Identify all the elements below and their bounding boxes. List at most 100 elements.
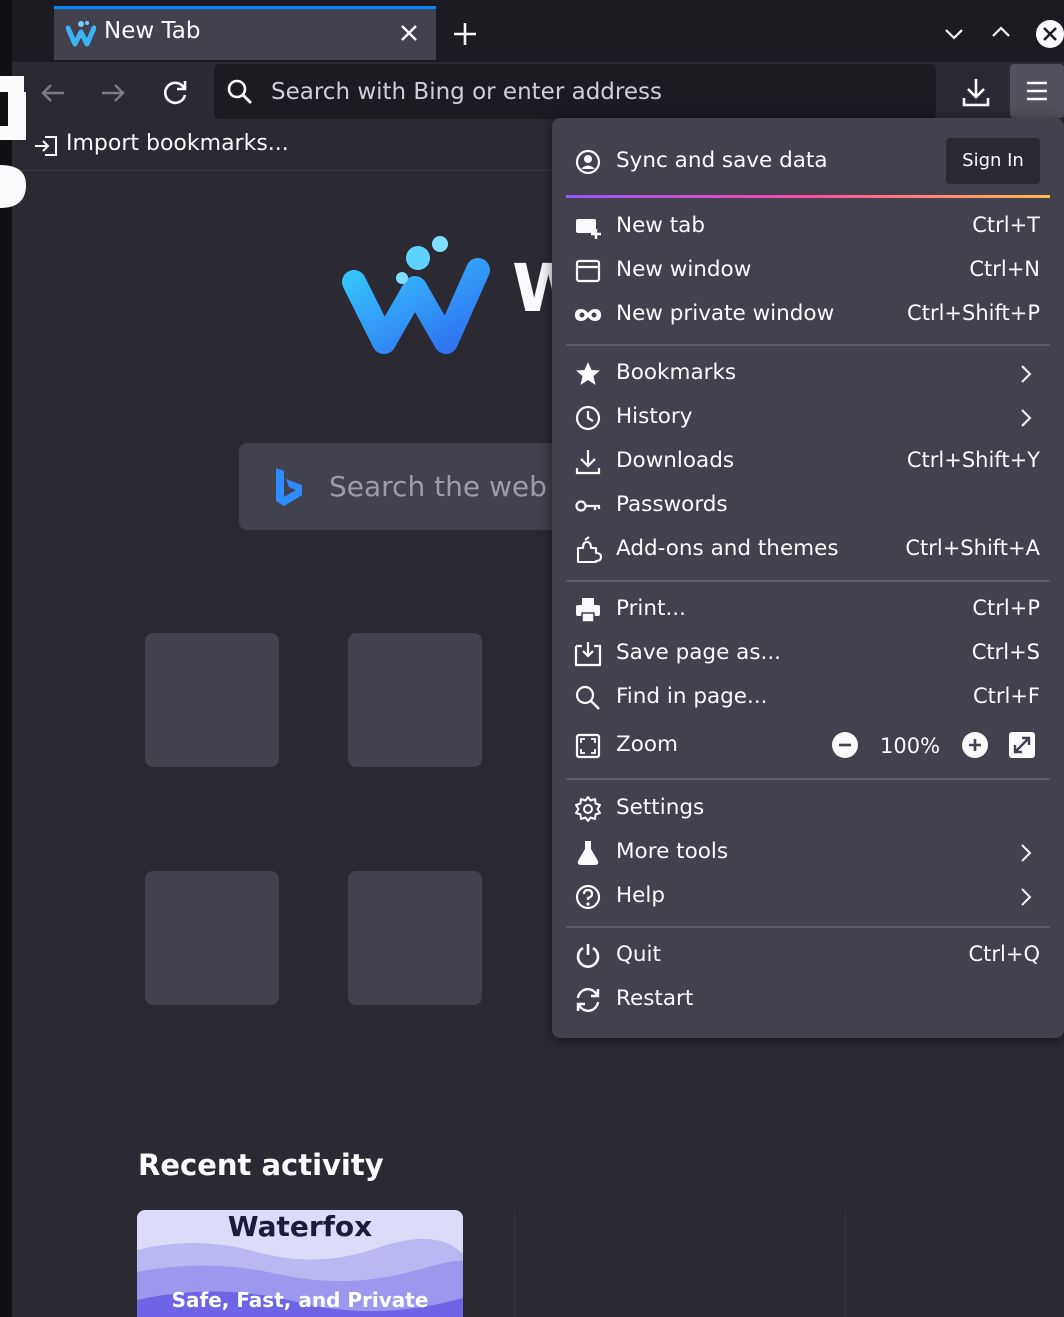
shortcut-label: Ctrl+N bbox=[969, 257, 1040, 281]
recent-activity-card[interactable]: Waterfox Safe, Fast, and Private bbox=[137, 1210, 463, 1317]
flask-icon bbox=[574, 839, 602, 867]
menu-item-settings[interactable]: Settings bbox=[552, 787, 1064, 831]
menu-item-label: Print... bbox=[616, 596, 686, 621]
key-icon bbox=[574, 492, 602, 520]
divider bbox=[845, 1210, 846, 1317]
menu-item-passwords[interactable]: Passwords bbox=[552, 484, 1064, 528]
menu-item-label: Add-ons and themes bbox=[616, 536, 839, 561]
divider bbox=[566, 778, 1050, 780]
menu-item-history[interactable]: History bbox=[552, 396, 1064, 440]
menu-item-label: New private window bbox=[616, 301, 835, 326]
menu-item-help[interactable]: Help bbox=[552, 875, 1064, 919]
download-icon bbox=[574, 448, 602, 476]
menu-item-addons[interactable]: Add-ons and themes Ctrl+Shift+A bbox=[552, 528, 1064, 572]
shortcut-label: Ctrl+Shift+P bbox=[907, 301, 1040, 325]
menu-item-label: Find in page... bbox=[616, 684, 768, 709]
power-icon bbox=[574, 942, 602, 970]
new-tab-plus-icon[interactable] bbox=[451, 20, 479, 48]
menu-item-label: Restart bbox=[616, 986, 694, 1011]
chevron-right-icon bbox=[1018, 362, 1034, 386]
star-icon bbox=[574, 360, 602, 388]
menu-item-label: Sync and save data bbox=[616, 148, 828, 173]
shortcut-tile[interactable] bbox=[145, 633, 279, 767]
puzzle-icon bbox=[574, 536, 602, 564]
shortcut-label: Ctrl+S bbox=[971, 640, 1040, 664]
zoom-icon bbox=[574, 732, 602, 760]
menu-item-downloads[interactable]: Downloads Ctrl+Shift+Y bbox=[552, 440, 1064, 484]
menu-item-label: Passwords bbox=[616, 492, 728, 517]
menu-item-label: Bookmarks bbox=[616, 360, 737, 385]
menu-item-label: Settings bbox=[616, 795, 705, 820]
divider bbox=[566, 580, 1050, 582]
shortcut-tile[interactable] bbox=[348, 871, 482, 1005]
shortcut-label: Ctrl+Shift+A bbox=[905, 536, 1040, 560]
gear-icon bbox=[574, 795, 602, 823]
chevron-right-icon bbox=[1018, 406, 1034, 430]
menu-item-new-private-window[interactable]: New private window Ctrl+Shift+P bbox=[552, 293, 1064, 337]
waterfox-brand-logo bbox=[340, 230, 490, 355]
menu-item-label: New tab bbox=[616, 213, 705, 238]
menu-item-label: Save page as... bbox=[616, 640, 782, 665]
shortcut-label: Ctrl+Shift+Y bbox=[906, 448, 1040, 472]
zoom-out-button[interactable] bbox=[832, 732, 858, 758]
divider bbox=[566, 344, 1050, 346]
zoom-in-button[interactable] bbox=[962, 732, 988, 758]
account-icon bbox=[574, 148, 602, 176]
menu-item-restart[interactable]: Restart bbox=[552, 978, 1064, 1022]
card-tagline: Safe, Fast, and Private bbox=[171, 1288, 429, 1312]
waterfox-logo-icon bbox=[66, 20, 96, 48]
help-icon bbox=[574, 883, 602, 911]
shortcut-label: Ctrl+P bbox=[972, 596, 1040, 620]
app-menu-panel: Sync and save data Sign In New tab Ctrl+… bbox=[552, 118, 1064, 1038]
divider bbox=[566, 195, 1050, 198]
tab-title: New Tab bbox=[104, 18, 201, 44]
menu-item-new-window[interactable]: New window Ctrl+N bbox=[552, 249, 1064, 293]
chevron-right-icon bbox=[1018, 885, 1034, 909]
download-icon[interactable] bbox=[958, 74, 994, 110]
menu-item-quit[interactable]: Quit Ctrl+Q bbox=[552, 934, 1064, 978]
menu-item-label: New window bbox=[616, 257, 752, 282]
printer-icon bbox=[574, 596, 602, 624]
divider bbox=[566, 926, 1050, 928]
back-arrow-icon[interactable] bbox=[38, 78, 68, 108]
menu-item-label: Quit bbox=[616, 942, 661, 967]
shortcut-label: Ctrl+F bbox=[972, 684, 1040, 708]
shortcut-tile[interactable] bbox=[348, 633, 482, 767]
reload-icon[interactable] bbox=[159, 77, 191, 109]
menu-item-label: History bbox=[616, 404, 693, 429]
forward-arrow-icon[interactable] bbox=[98, 78, 128, 108]
save-icon bbox=[574, 640, 602, 668]
hamburger-menu-button[interactable] bbox=[1010, 64, 1064, 118]
menu-item-label: Help bbox=[616, 883, 666, 908]
shortcut-label: Ctrl+T bbox=[972, 213, 1040, 237]
zoom-level[interactable]: 100% bbox=[880, 734, 940, 758]
divider bbox=[514, 1210, 515, 1317]
bing-icon bbox=[272, 466, 306, 508]
new-tab-icon bbox=[574, 213, 602, 241]
clock-icon bbox=[574, 404, 602, 432]
restart-icon bbox=[574, 986, 602, 1014]
menu-item-label: Zoom bbox=[616, 732, 678, 757]
menu-item-find[interactable]: Find in page... Ctrl+F bbox=[552, 676, 1064, 720]
shortcut-label: Ctrl+Q bbox=[968, 942, 1041, 966]
chevron-down-icon[interactable] bbox=[942, 22, 966, 46]
card-title: Waterfox bbox=[227, 1210, 373, 1243]
menu-item-more-tools[interactable]: More tools bbox=[552, 831, 1064, 875]
shortcut-tile[interactable] bbox=[145, 871, 279, 1005]
menu-item-label: More tools bbox=[616, 839, 729, 864]
chevron-up-icon[interactable] bbox=[989, 20, 1013, 44]
url-input[interactable] bbox=[271, 74, 921, 110]
menu-item-print[interactable]: Print... Ctrl+P bbox=[552, 588, 1064, 632]
sign-in-button[interactable]: Sign In bbox=[946, 138, 1040, 184]
import-bookmarks-link[interactable]: Import bookmarks... bbox=[66, 131, 289, 156]
menu-item-new-tab[interactable]: New tab Ctrl+T bbox=[552, 205, 1064, 249]
close-tab-icon[interactable] bbox=[396, 20, 422, 46]
recent-activity-heading: Recent activity bbox=[138, 1148, 384, 1182]
fullscreen-icon[interactable] bbox=[1009, 732, 1035, 758]
menu-item-bookmarks[interactable]: Bookmarks bbox=[552, 352, 1064, 396]
overlay-logo-fragment bbox=[0, 60, 30, 220]
search-icon bbox=[226, 78, 254, 106]
search-icon bbox=[574, 684, 602, 712]
menu-item-save-page[interactable]: Save page as... Ctrl+S bbox=[552, 632, 1064, 676]
close-window-icon[interactable] bbox=[1034, 18, 1064, 50]
